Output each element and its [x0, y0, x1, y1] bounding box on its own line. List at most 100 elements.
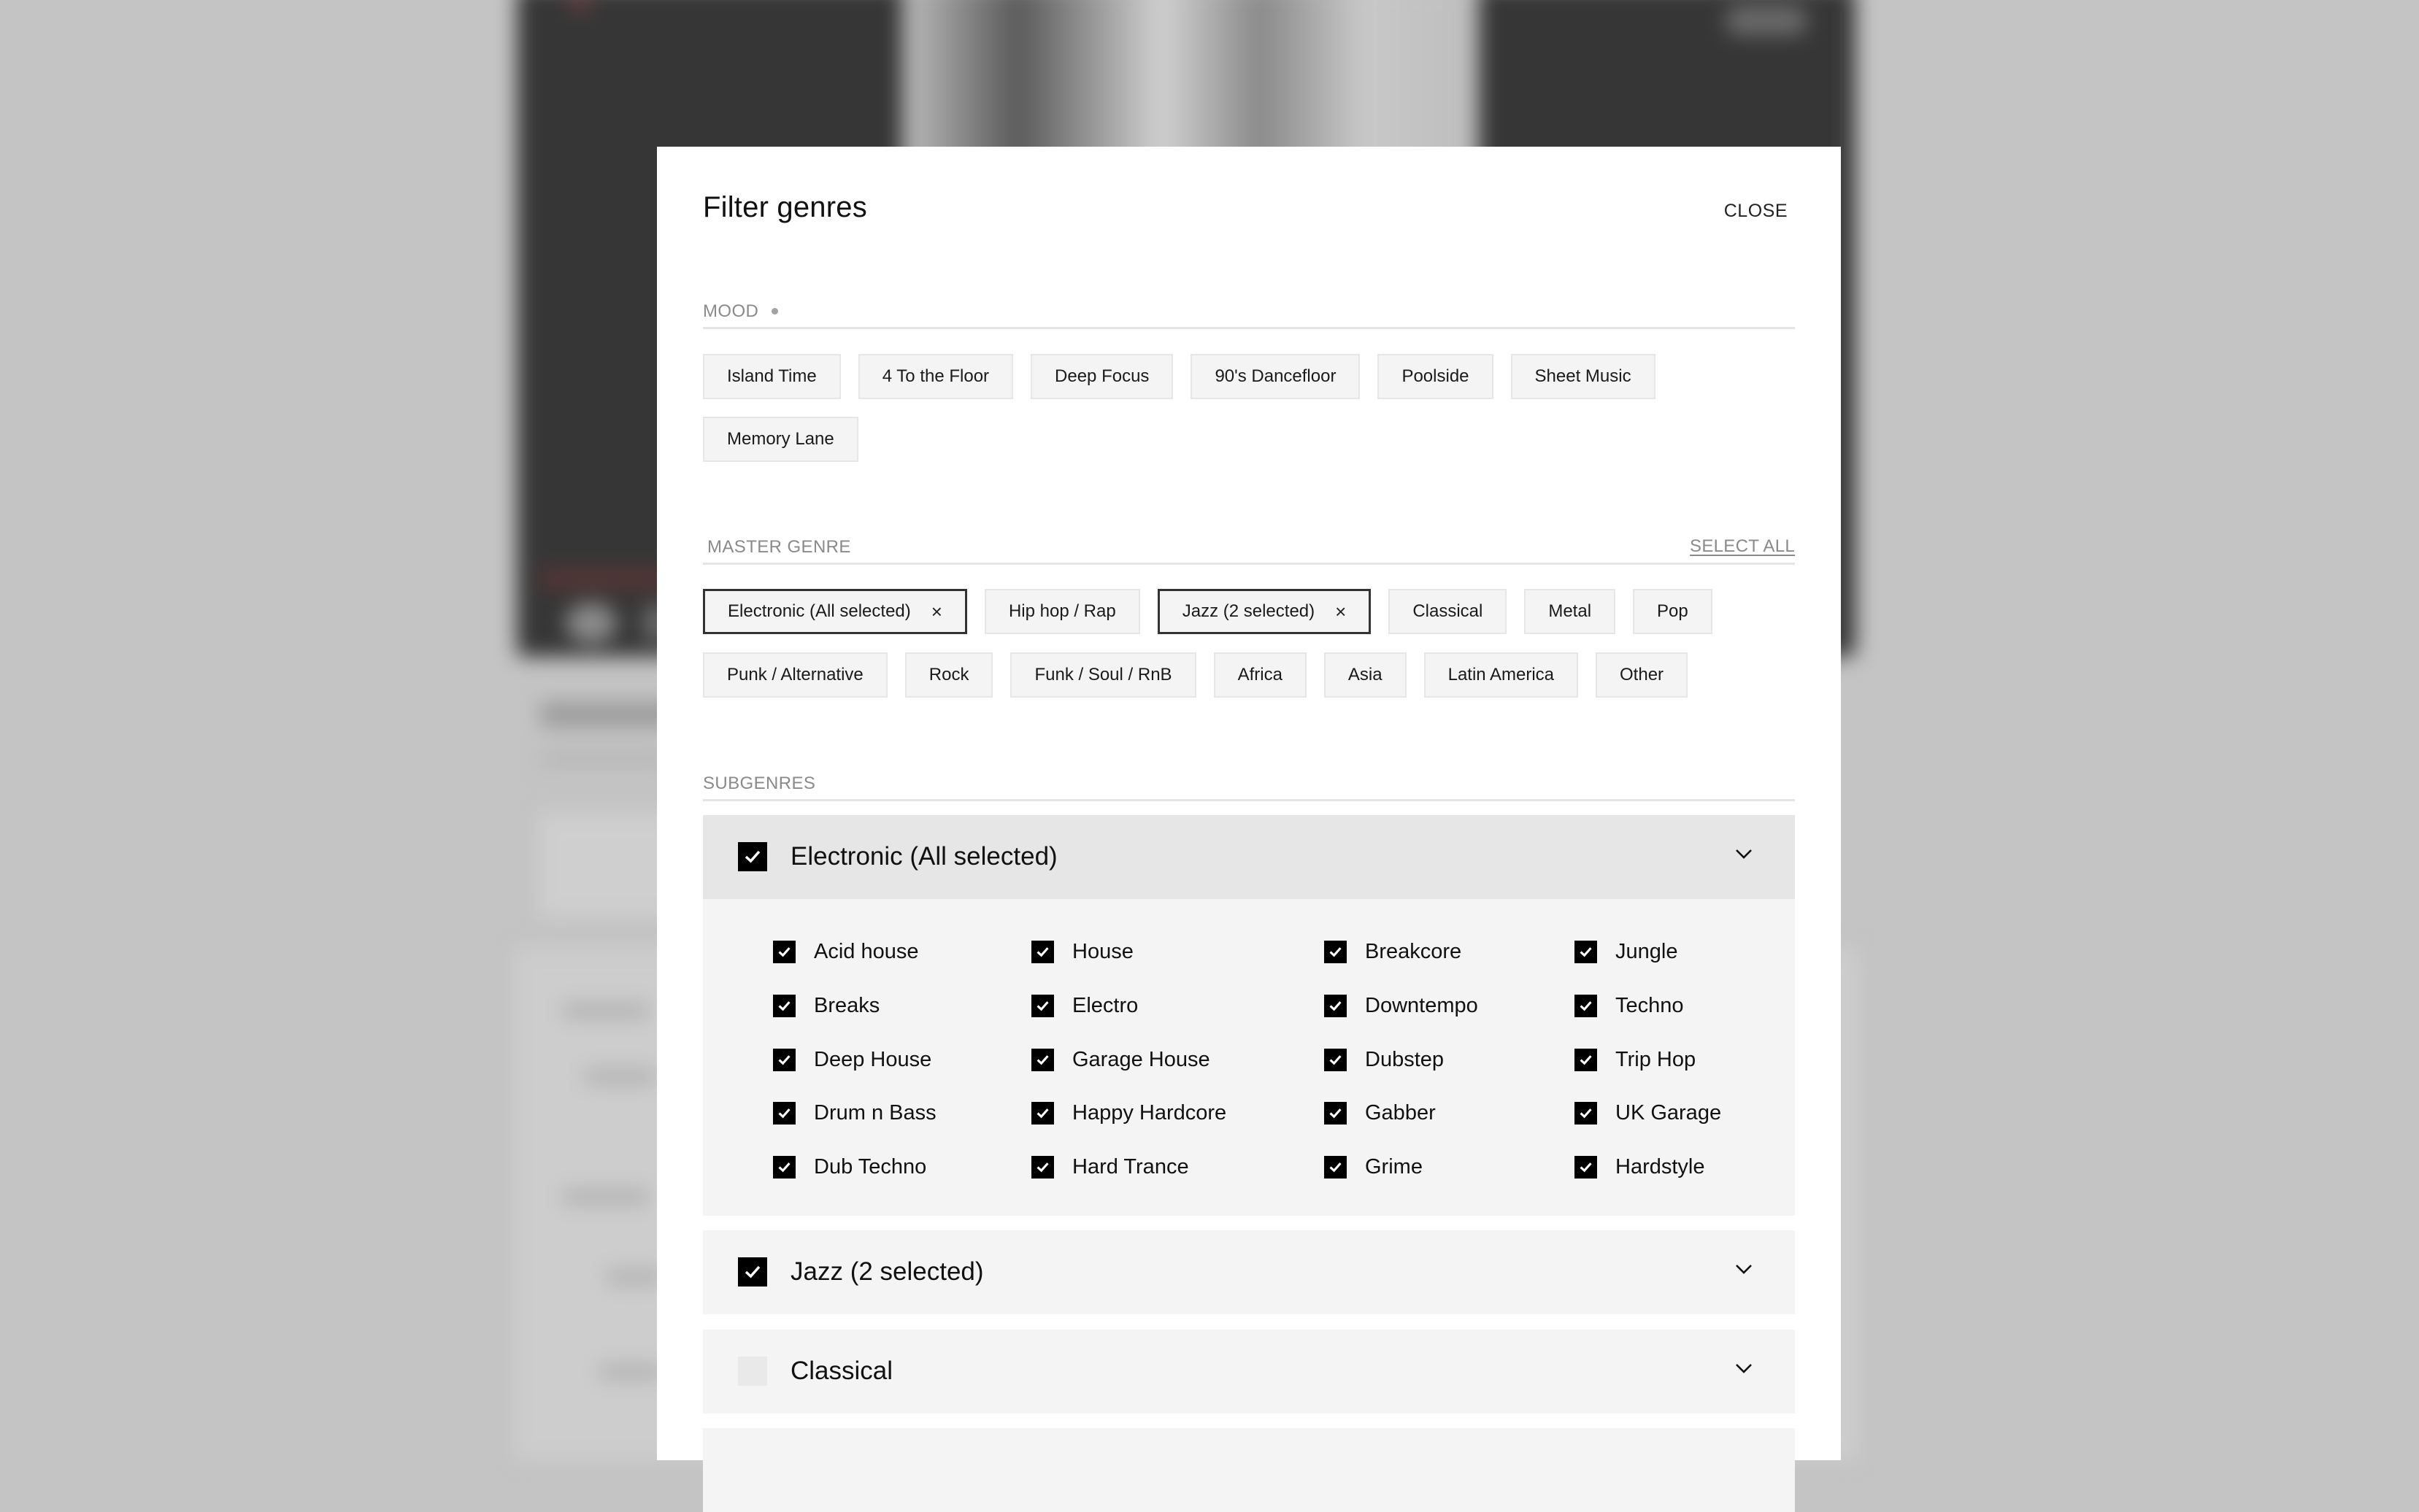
background-text-line: [606, 1270, 664, 1284]
checkbox[interactable]: [1324, 1155, 1347, 1179]
checkbox[interactable]: [1031, 940, 1054, 963]
checkbox[interactable]: [773, 994, 796, 1017]
accordion-electronic[interactable]: Electronic (All selected): [703, 815, 1795, 899]
mood-chip-poolside[interactable]: Poolside: [1377, 354, 1493, 399]
accordion-classical[interactable]: Classical: [703, 1330, 1795, 1413]
subgenre-label: Breaks: [814, 993, 880, 1017]
checkmark-icon: [1329, 946, 1342, 957]
genre-chip-punk-alternative[interactable]: Punk / Alternative: [703, 652, 888, 698]
subgenre-checkbox-uk-garage[interactable]: UK Garage: [1574, 1101, 1721, 1125]
checkbox[interactable]: [1574, 1048, 1597, 1071]
accordion-jazz[interactable]: Jazz (2 selected): [703, 1230, 1795, 1314]
checkbox[interactable]: [1574, 940, 1597, 963]
checkbox[interactable]: [1324, 1101, 1347, 1125]
mood-chip-memory-lane[interactable]: Memory Lane: [703, 417, 858, 462]
checkbox[interactable]: [1574, 994, 1597, 1017]
mood-chip-island-time[interactable]: Island Time: [703, 354, 841, 399]
mood-chip-sheet-music[interactable]: Sheet Music: [1510, 354, 1655, 399]
subgenre-checkbox-dub-techno[interactable]: Dub Techno: [773, 1155, 926, 1179]
checkbox[interactable]: [1324, 940, 1347, 963]
genre-chip-other[interactable]: Other: [1596, 652, 1688, 698]
subgenre-label: Hardstyle: [1615, 1154, 1705, 1179]
chip-label: Poolside: [1401, 366, 1469, 386]
mood-chip-4-to-the-floor[interactable]: 4 To the Floor: [858, 354, 1014, 399]
checkbox[interactable]: [1031, 1048, 1054, 1071]
chip-label: Punk / Alternative: [727, 665, 864, 684]
subgenre-checkbox-house[interactable]: House: [1031, 940, 1134, 963]
genre-chip-funk-soul-rnb[interactable]: Funk / Soul / RnB: [1010, 652, 1196, 698]
mood-chip-90-s-dancefloor[interactable]: 90's Dancefloor: [1191, 354, 1361, 399]
subgenre-checkbox-dubstep[interactable]: Dubstep: [1324, 1048, 1444, 1071]
chip-label: Jazz (2 selected): [1182, 601, 1315, 621]
subgenre-checkbox-gabber[interactable]: Gabber: [1324, 1101, 1436, 1125]
accordion-label: Electronic (All selected): [791, 842, 1058, 871]
chevron-down-icon[interactable]: [1735, 1263, 1753, 1275]
chip-label: Deep Focus: [1055, 366, 1150, 386]
subgenre-checkbox-drum-n-bass[interactable]: Drum n Bass: [773, 1101, 937, 1125]
checkbox[interactable]: [773, 940, 796, 963]
checkmark-icon: [1037, 1108, 1049, 1118]
accordion-next[interactable]: [703, 1428, 1795, 1512]
checkmark-icon: [1037, 1162, 1049, 1172]
subgenre-checkbox-hard-trance[interactable]: Hard Trance: [1031, 1155, 1189, 1179]
genre-chip-jazz-2-selected[interactable]: Jazz (2 selected) ×: [1157, 589, 1372, 634]
checkmark-icon: [778, 1108, 791, 1118]
subgenre-checkbox-hardstyle[interactable]: Hardstyle: [1574, 1155, 1705, 1179]
subgenre-checkbox-downtempo[interactable]: Downtempo: [1324, 994, 1478, 1017]
select-all-link[interactable]: SELECT ALL: [1690, 536, 1795, 557]
genre-chip-africa[interactable]: Africa: [1213, 652, 1307, 698]
chip-label: Pop: [1657, 601, 1688, 621]
checkbox[interactable]: [1031, 1155, 1054, 1179]
subgenre-label: Drum n Bass: [814, 1100, 937, 1125]
checkmark-icon: [1580, 1054, 1592, 1065]
remove-x-icon[interactable]: ×: [1335, 602, 1346, 621]
chevron-down-icon[interactable]: [1735, 848, 1753, 860]
checkbox[interactable]: [1574, 1101, 1597, 1125]
background-play-button: [566, 603, 617, 644]
subgenre-checkbox-acid-house[interactable]: Acid house: [773, 940, 919, 963]
group-checkbox-electronic[interactable]: [738, 842, 767, 871]
chip-label: Island Time: [727, 366, 817, 386]
checkbox[interactable]: [1324, 1048, 1347, 1071]
subgenre-label: UK Garage: [1615, 1100, 1722, 1125]
chevron-down-icon[interactable]: [1735, 1362, 1753, 1374]
subgenre-checkbox-techno[interactable]: Techno: [1574, 994, 1684, 1017]
genre-chip-latin-america[interactable]: Latin America: [1423, 652, 1579, 698]
chip-label: Other: [1620, 665, 1664, 684]
subgenre-checkbox-happy-hardcore[interactable]: Happy Hardcore: [1031, 1101, 1226, 1125]
genre-chip-electronic-all-selected[interactable]: Electronic (All selected) ×: [703, 589, 967, 634]
subgenre-checkbox-breaks[interactable]: Breaks: [773, 994, 880, 1017]
subgenre-checkbox-grime[interactable]: Grime: [1324, 1155, 1423, 1179]
genre-chip-classical[interactable]: Classical: [1388, 589, 1507, 634]
mood-chip-row: Memory Lane: [703, 417, 858, 462]
checkbox[interactable]: [1324, 994, 1347, 1017]
checkbox[interactable]: [1031, 1101, 1054, 1125]
genre-chip-pop[interactable]: Pop: [1633, 589, 1712, 634]
checkbox[interactable]: [1574, 1155, 1597, 1179]
checkbox[interactable]: [1031, 994, 1054, 1017]
background-text-line: [599, 1365, 664, 1379]
subgenre-checkbox-trip-hop[interactable]: Trip Hop: [1574, 1048, 1696, 1071]
close-button[interactable]: CLOSE: [1724, 201, 1788, 222]
subgenre-checkbox-jungle[interactable]: Jungle: [1574, 940, 1677, 963]
genre-chip-metal[interactable]: Metal: [1524, 589, 1616, 634]
genre-chip-asia[interactable]: Asia: [1323, 652, 1407, 698]
group-checkbox-jazz[interactable]: [738, 1257, 767, 1287]
mood-chip-deep-focus[interactable]: Deep Focus: [1031, 354, 1174, 399]
accordion-label: Jazz (2 selected): [791, 1257, 984, 1286]
subgenre-checkbox-breakcore[interactable]: Breakcore: [1324, 940, 1461, 963]
genre-chip-hip-hop-rap[interactable]: Hip hop / Rap: [984, 589, 1140, 634]
checkbox[interactable]: [773, 1155, 796, 1179]
genre-chip-rock[interactable]: Rock: [904, 652, 993, 698]
subgenre-label: Gabber: [1365, 1100, 1436, 1125]
checkbox[interactable]: [773, 1048, 796, 1071]
subgenre-checkbox-garage-house[interactable]: Garage House: [1031, 1048, 1210, 1071]
subgenre-checkbox-electro[interactable]: Electro: [1031, 994, 1138, 1017]
checkbox[interactable]: [773, 1101, 796, 1125]
subgenre-checkbox-deep-house[interactable]: Deep House: [773, 1048, 931, 1071]
group-checkbox-classical[interactable]: [738, 1357, 767, 1386]
mood-chip-row: Island Time 4 To the Floor Deep Focus 90's …: [703, 354, 1655, 399]
remove-x-icon[interactable]: ×: [931, 602, 942, 621]
background-section-subtitle: [540, 752, 672, 766]
checkmark-icon: [1580, 1108, 1592, 1118]
